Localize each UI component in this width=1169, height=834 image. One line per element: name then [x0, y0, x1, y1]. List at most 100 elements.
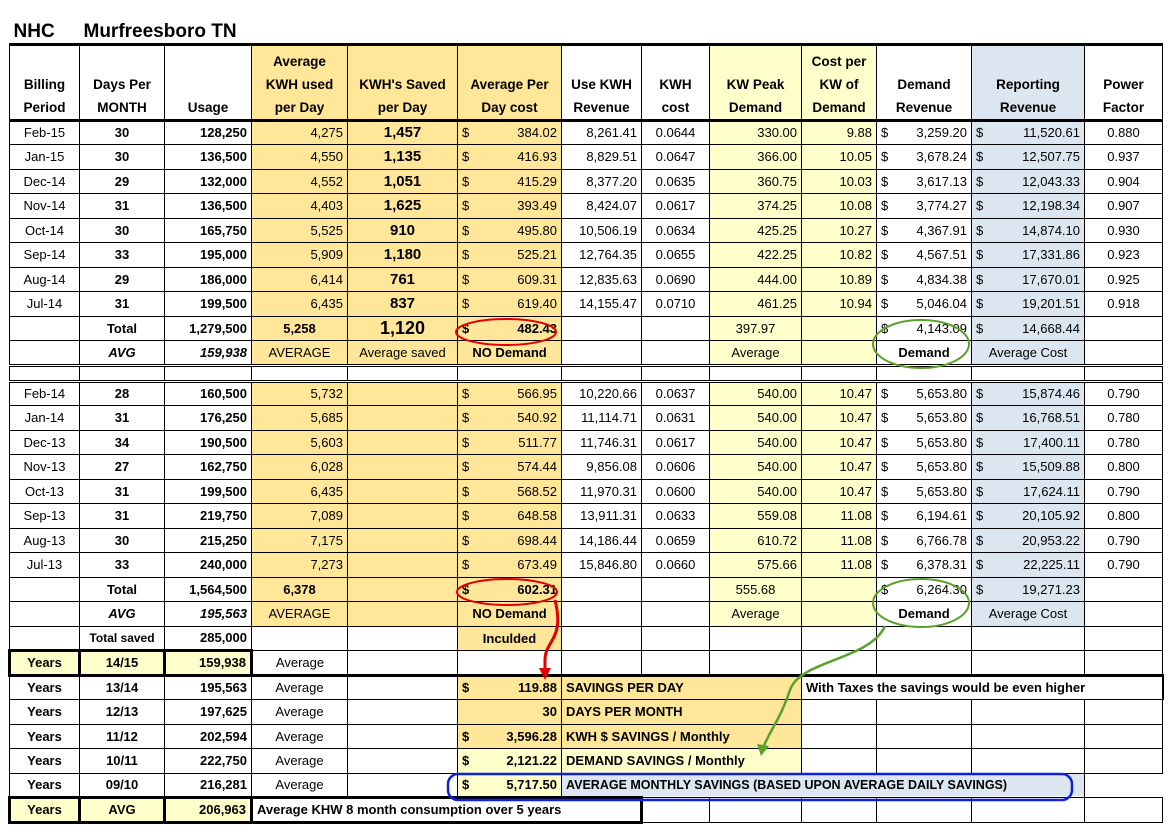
cell[interactable]: 555.68 — [709, 576, 803, 602]
cell[interactable]: $482.43 — [457, 315, 563, 341]
cell[interactable]: 10.03 — [801, 168, 878, 194]
cell[interactable]: 540.00 — [709, 380, 803, 406]
cell[interactable] — [346, 380, 459, 406]
cell[interactable]: 0.0606 — [641, 454, 711, 480]
cell[interactable]: $12,198.34 — [971, 193, 1086, 219]
cell[interactable]: $609.31 — [457, 266, 563, 292]
cell[interactable]: 366.00 — [709, 144, 803, 170]
cell[interactable]: 8,377.20 — [561, 168, 643, 194]
cell[interactable]: Total — [79, 315, 165, 341]
cell[interactable]: 910 — [346, 217, 459, 243]
cell[interactable]: Dec-14 — [9, 168, 80, 194]
cell[interactable]: 422.25 — [709, 242, 803, 268]
cell[interactable]: 5,732 — [251, 380, 348, 406]
cell[interactable] — [346, 429, 459, 455]
cell[interactable]: 11,970.31 — [561, 478, 643, 504]
cell[interactable]: $17,624.11 — [971, 478, 1086, 504]
cell[interactable] — [9, 576, 80, 602]
cell[interactable]: 0.925 — [1084, 266, 1164, 292]
cell[interactable] — [9, 315, 80, 341]
cell[interactable]: 397.97 — [709, 315, 803, 341]
cell[interactable]: Nov-13 — [9, 454, 80, 480]
cell[interactable]: $14,668.44 — [971, 315, 1086, 341]
cell[interactable]: 0.790 — [1084, 527, 1164, 553]
cell[interactable]: Jul-14 — [9, 291, 80, 317]
cell[interactable]: $6,264.30 — [876, 576, 973, 602]
cell[interactable]: 7,089 — [251, 503, 348, 529]
cell[interactable]: 1,625 — [346, 193, 459, 219]
cell[interactable]: 195,000 — [164, 242, 252, 268]
cell[interactable]: 10.47 — [801, 380, 878, 406]
cell[interactable]: 540.00 — [709, 454, 803, 480]
cell[interactable]: 0.0617 — [641, 193, 711, 219]
cell[interactable]: 4,403 — [251, 193, 348, 219]
cell[interactable]: Total — [79, 576, 165, 602]
cell[interactable]: $5,653.80 — [876, 380, 973, 406]
cell[interactable]: $568.52 — [457, 478, 563, 504]
cell[interactable]: 7,175 — [251, 527, 348, 553]
cell[interactable]: 10.47 — [801, 478, 878, 504]
cell[interactable]: 0.0600 — [641, 478, 711, 504]
cell[interactable] — [561, 576, 643, 602]
cell[interactable]: 7,273 — [251, 552, 348, 578]
cell[interactable]: 11,114.71 — [561, 405, 643, 431]
cell[interactable]: 10.05 — [801, 144, 878, 170]
cell[interactable]: $20,105.92 — [971, 503, 1086, 529]
cell[interactable]: 10.82 — [801, 242, 878, 268]
cell[interactable]: $3,774.27 — [876, 193, 973, 219]
cell[interactable]: 5,258 — [251, 315, 348, 341]
cell[interactable]: Aug-13 — [9, 527, 80, 553]
cell[interactable]: 165,750 — [164, 217, 252, 243]
cell[interactable]: $6,766.78 — [876, 527, 973, 553]
cell[interactable]: $16,768.51 — [971, 405, 1086, 431]
cell[interactable]: 610.72 — [709, 527, 803, 553]
cell[interactable]: 0.0634 — [641, 217, 711, 243]
cell[interactable] — [801, 576, 878, 602]
cell[interactable]: 31 — [79, 291, 165, 317]
cell[interactable]: 132,000 — [164, 168, 252, 194]
cell[interactable]: 6,435 — [251, 291, 348, 317]
cell[interactable]: 837 — [346, 291, 459, 317]
cell[interactable]: 8,424.07 — [561, 193, 643, 219]
cell[interactable] — [1084, 576, 1164, 602]
cell[interactable]: 1,564,500 — [164, 576, 252, 602]
cell[interactable]: 1,457 — [346, 119, 459, 145]
cell[interactable]: 28 — [79, 380, 165, 406]
cell[interactable]: 160,500 — [164, 380, 252, 406]
cell[interactable]: $5,653.80 — [876, 478, 973, 504]
cell[interactable]: Jan-15 — [9, 144, 80, 170]
cell[interactable] — [346, 478, 459, 504]
cell[interactable]: 0.918 — [1084, 291, 1164, 317]
cell[interactable] — [1084, 315, 1164, 341]
cell[interactable]: 34 — [79, 429, 165, 455]
cell[interactable] — [346, 527, 459, 553]
cell[interactable]: Sep-13 — [9, 503, 80, 529]
cell[interactable]: Oct-13 — [9, 478, 80, 504]
cell[interactable]: 33 — [79, 242, 165, 268]
cell[interactable] — [561, 315, 643, 341]
cell[interactable]: $12,507.75 — [971, 144, 1086, 170]
cell[interactable]: $19,271.23 — [971, 576, 1086, 602]
cell[interactable]: Feb-15 — [9, 119, 80, 145]
cell[interactable]: $6,194.61 — [876, 503, 973, 529]
cell[interactable]: $17,670.01 — [971, 266, 1086, 292]
cell[interactable]: 8,829.51 — [561, 144, 643, 170]
cell[interactable]: 10.94 — [801, 291, 878, 317]
cell[interactable]: $5,653.80 — [876, 454, 973, 480]
cell[interactable]: 0.0644 — [641, 119, 711, 145]
cell[interactable]: 12,764.35 — [561, 242, 643, 268]
cell[interactable]: 360.75 — [709, 168, 803, 194]
cell[interactable]: 10.89 — [801, 266, 878, 292]
cell[interactable]: 27 — [79, 454, 165, 480]
cell[interactable]: 0.790 — [1084, 380, 1164, 406]
cell[interactable]: $17,331.86 — [971, 242, 1086, 268]
cell[interactable]: 1,279,500 — [164, 315, 252, 341]
cell[interactable]: 15,846.80 — [561, 552, 643, 578]
cell[interactable]: 1,135 — [346, 144, 459, 170]
cell[interactable]: 575.66 — [709, 552, 803, 578]
cell[interactable]: $4,367.91 — [876, 217, 973, 243]
cell[interactable]: $5,046.04 — [876, 291, 973, 317]
cell[interactable]: 8,261.41 — [561, 119, 643, 145]
cell[interactable]: 31 — [79, 478, 165, 504]
cell[interactable]: 540.00 — [709, 429, 803, 455]
